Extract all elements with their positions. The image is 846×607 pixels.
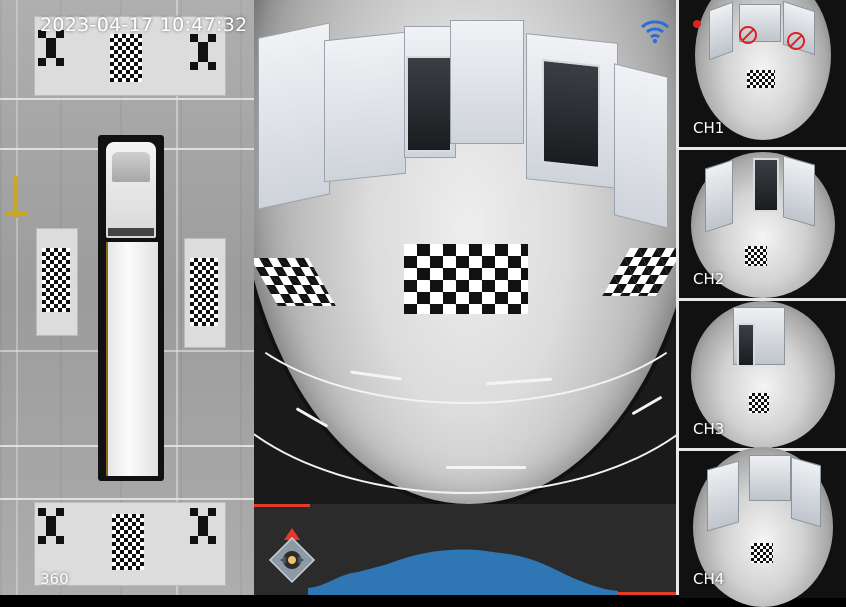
floor-seam	[0, 98, 254, 100]
calibration-checker-front	[110, 34, 142, 82]
channel-thumbnail-ch4[interactable]: CH4	[679, 447, 846, 607]
view-mode-label: 360	[40, 570, 69, 588]
floor-checkerboard	[749, 393, 769, 413]
doorway	[542, 58, 600, 170]
wifi-icon	[640, 20, 670, 44]
floor-seam	[16, 0, 18, 595]
truck-cargo-box-icon	[106, 242, 158, 476]
floor-checkerboard	[747, 70, 775, 88]
channel-thumbnail-ch3[interactable]: CH3	[679, 298, 846, 448]
corner-marker	[190, 508, 216, 546]
floor-checkerboard	[745, 246, 767, 266]
no-entry-sign-icon	[739, 26, 757, 44]
floor-checkerboard	[751, 543, 773, 563]
showroom-wall	[791, 456, 821, 528]
showroom-wall	[707, 460, 739, 532]
floor-seam	[0, 498, 254, 500]
showroom-wall	[783, 155, 815, 227]
channel-label: CH3	[693, 420, 725, 438]
channel-label: CH2	[693, 270, 725, 288]
display-board	[450, 20, 524, 144]
calibration-checker-rear	[112, 514, 144, 570]
channel-label: CH1	[693, 119, 725, 137]
floor-cable	[6, 212, 28, 216]
truck-cab-icon	[106, 142, 156, 238]
channel-thumbnail-ch1[interactable]: CH1	[679, 0, 846, 147]
doorway	[737, 323, 755, 367]
birdseye-view[interactable]: 2023-04-17 10:47:32 360	[0, 0, 254, 595]
channel-label: CH4	[693, 570, 725, 588]
corner-marker	[38, 508, 64, 546]
fire-extinguisher-icon	[693, 20, 701, 28]
display-board	[749, 455, 791, 501]
radar-waveform	[308, 549, 618, 595]
channel-thumbnail-ch2[interactable]: CH2	[679, 147, 846, 298]
radar-bar	[254, 504, 676, 595]
showroom-wall	[709, 1, 733, 61]
showroom-wall	[705, 159, 733, 233]
corner-marker	[190, 34, 216, 72]
calibration-checker-left	[42, 248, 70, 312]
calibration-checker-right	[190, 258, 218, 326]
doorway	[406, 56, 452, 152]
main-camera-view[interactable]	[254, 0, 676, 504]
no-entry-sign-icon	[787, 32, 805, 50]
timestamp-overlay: 2023-04-17 10:47:32	[40, 14, 248, 36]
alert-indicator	[254, 504, 310, 507]
guide-arc	[254, 180, 676, 494]
lane-dash	[446, 466, 526, 469]
doorway	[753, 158, 779, 212]
